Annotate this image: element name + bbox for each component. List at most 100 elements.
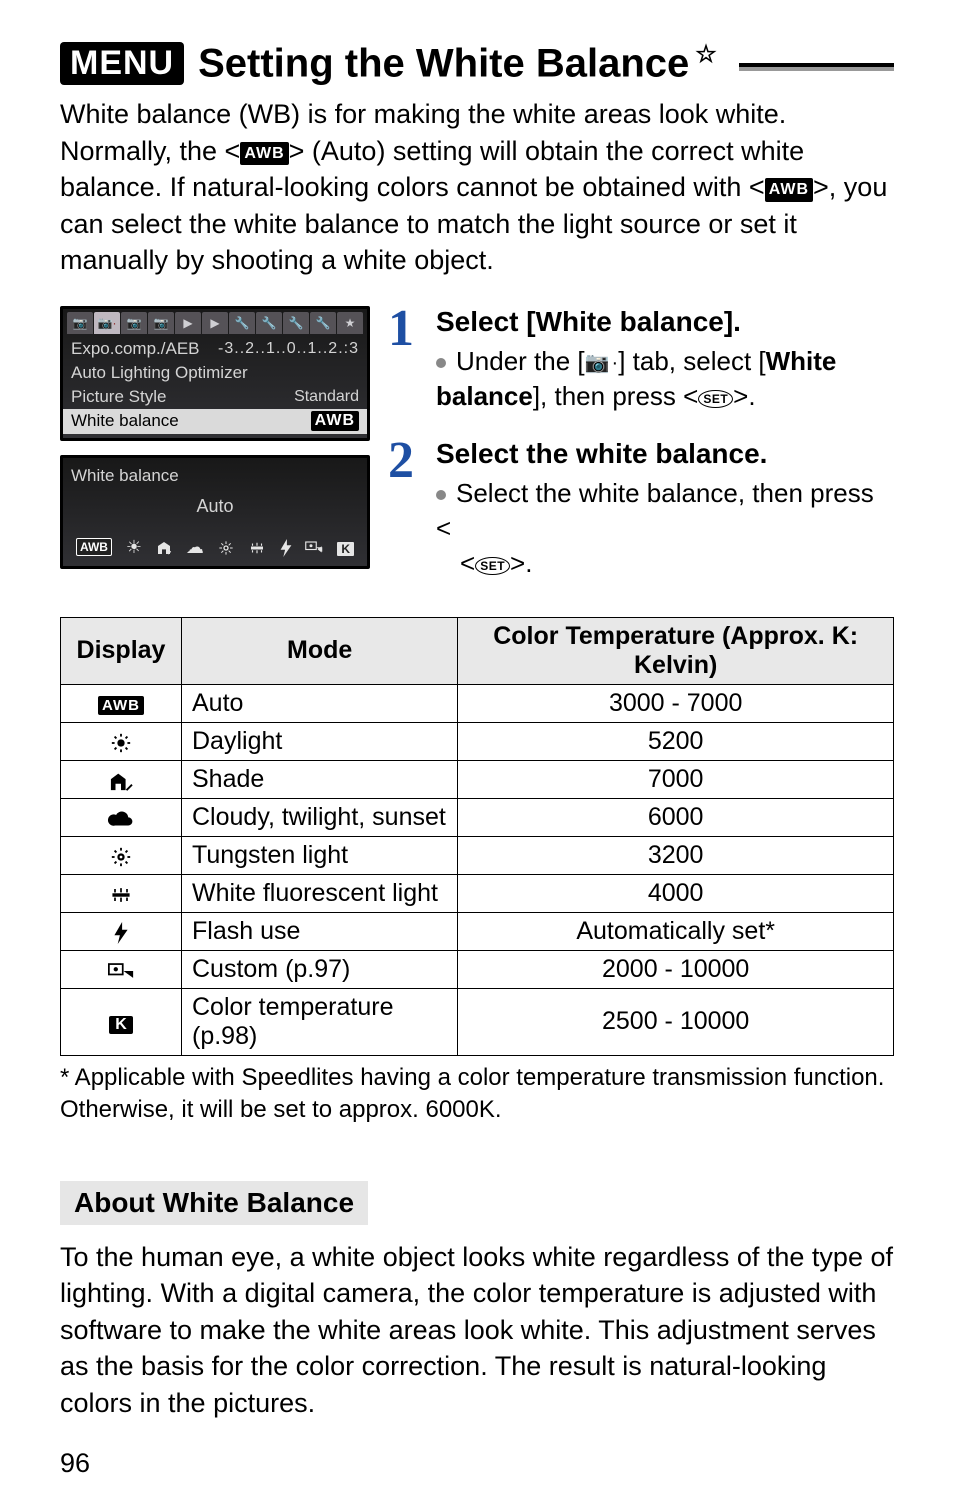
menu-row-expo: Expo.comp./AEB -3..2..1..0..1..2.:3 [63,337,367,361]
step-1-title: Select [White balance]. [436,306,894,338]
step-1: 1 Select [White balance]. Under the [📷·]… [396,306,894,414]
temp-cell: 5200 [458,722,894,760]
tab-play-1: ▶ [175,312,201,334]
display-cell [61,722,182,760]
mode-cell: Shade [182,760,458,798]
table-header-temp: Color Temperature (Approx. K: Kelvin) [458,617,894,684]
step-1-text: Under the [📷·] tab, select [White balanc… [436,344,894,414]
steps-region: 📷 📷· 📷 📷 ▶ ▶ 🔧 🔧 🔧 🔧 ★ Expo.comp./AEB - [60,306,894,605]
tab-play-2: ▶ [202,312,228,334]
step-2: 2 Select the white balance. Select the w… [396,438,894,581]
menu-badge: MENU [60,42,184,85]
display-cell: AWB [61,684,182,722]
temp-cell: 3200 [458,836,894,874]
flash-icon [280,537,292,558]
tab-bar: 📷 📷· 📷 📷 ▶ ▶ 🔧 🔧 🔧 🔧 ★ [63,309,367,337]
set-button-icon: SET [475,557,510,575]
wb-screen-value: Auto [63,490,367,533]
flash-icon [114,918,128,943]
menu-row-picture-style: Picture Style Standard [63,385,367,409]
menu-row-alo: Auto Lighting Optimizer [63,361,367,385]
temp-cell: 2000 - 10000 [458,950,894,988]
menu-label: Picture Style [71,387,166,407]
display-cell: K [61,988,182,1055]
heading-title: Setting the White Balance [198,41,689,85]
daylight-icon: ☀ [126,537,142,558]
table-footnote: * Applicable with Speedlites having a co… [60,1062,894,1127]
wb-screen-title: White balance [63,462,367,490]
tab-camera-2-selected: 📷· [94,312,120,334]
step-2-text-b: >. [510,548,532,578]
step-number-2: 2 [388,438,414,581]
step-1-text-a: Under the [ [456,346,585,376]
shade-icon [109,766,133,791]
step-2-text: Select the white balance, then press < <… [436,476,894,581]
mode-cell: Daylight [182,722,458,760]
mode-cell: White fluorescent light [182,874,458,912]
display-cell [61,874,182,912]
star-icon: ☆ [695,41,717,68]
page-heading: MENU Setting the White Balance☆ [60,40,894,86]
tab-wrench-3: 🔧 [283,312,309,334]
mode-cell: Tungsten light [182,836,458,874]
temp-cell: Automatically set* [458,912,894,950]
step-2-text-a: Select the white balance, then press < [436,478,874,543]
table-row: K Color temperature (p.98) 2500 - 10000 [61,988,894,1055]
display-cell [61,798,182,836]
menu-label: White balance [71,411,179,431]
table-header-mode: Mode [182,617,458,684]
display-cell [61,950,182,988]
tab-wrench-2: 🔧 [256,312,282,334]
table-header-display: Display [61,617,182,684]
menu-value: Standard [294,388,359,406]
fluorescent-icon [109,880,133,905]
menu-screen-2: White balance Auto AWB ☀ ☁ [60,455,370,569]
step-number-1: 1 [388,306,414,414]
tab-camera-1: 📷 [67,312,93,334]
bullet-icon [436,490,446,500]
camera-tab-icon: 📷· [585,350,619,377]
display-cell [61,836,182,874]
table-row: Flash use Automatically set* [61,912,894,950]
page: MENU Setting the White Balance☆ White ba… [0,0,954,1509]
tab-star: ★ [337,312,363,334]
awb-icon: AWB [98,696,144,715]
step-1-text-d: >. [733,381,755,411]
menu-screen-1: 📷 📷· 📷 📷 ▶ ▶ 🔧 🔧 🔧 🔧 ★ Expo.comp./AEB - [60,306,370,441]
heading-rule [739,63,894,71]
awb-icon: AWB [765,178,813,202]
table-header-row: Display Mode Color Temperature (Approx. … [61,617,894,684]
temp-cell: 2500 - 10000 [458,988,894,1055]
screenshots-column: 📷 📷· 📷 📷 ▶ ▶ 🔧 🔧 🔧 🔧 ★ Expo.comp./AEB - [60,306,370,569]
tab-wrench-1: 🔧 [229,312,255,334]
bullet-icon [436,358,446,368]
table-row: Tungsten light 3200 [61,836,894,874]
temp-cell: 4000 [458,874,894,912]
white-balance-table: Display Mode Color Temperature (Approx. … [60,617,894,1056]
mode-cell: Auto [182,684,458,722]
menu-value: AWB [311,411,359,432]
menu-rows: Expo.comp./AEB -3..2..1..0..1..2.:3 Auto… [63,337,367,434]
mode-cell: Color temperature (p.98) [182,988,458,1055]
temp-cell: 6000 [458,798,894,836]
table-row: AWB Auto 3000 - 7000 [61,684,894,722]
step-2-title: Select the white balance. [436,438,894,470]
steps-text-column: 1 Select [White balance]. Under the [📷·]… [396,306,894,605]
shade-icon [156,537,172,558]
table-row: Daylight 5200 [61,722,894,760]
daylight-icon [110,728,132,753]
table-row: White fluorescent light 4000 [61,874,894,912]
table-row: Custom (p.97) 2000 - 10000 [61,950,894,988]
page-number: 96 [60,1448,894,1479]
wb-icons-row: AWB ☀ ☁ [63,533,367,562]
custom-icon [305,537,323,558]
kelvin-icon: K [337,537,354,558]
awb-icon-selected: AWB [76,538,112,556]
mode-cell: Cloudy, twilight, sunset [182,798,458,836]
table-row: Shade 7000 [61,760,894,798]
set-button-icon: SET [698,390,733,408]
cloudy-icon [108,804,134,829]
heading-text: Setting the White Balance☆ [198,40,717,86]
tungsten-icon [218,537,234,558]
step-1-text-b: ] tab, select [ [618,346,765,376]
